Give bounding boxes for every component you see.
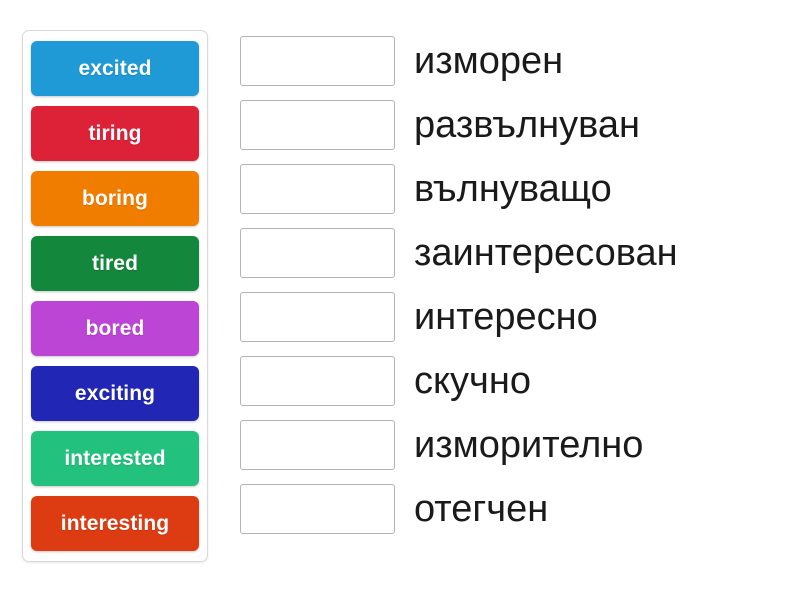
answer-row: изморен (240, 36, 800, 86)
word-tile-label: exciting (74, 381, 156, 405)
word-tile-excited[interactable]: excited (31, 41, 199, 96)
drop-zone-5[interactable] (240, 292, 395, 342)
drop-zone-7[interactable] (240, 420, 395, 470)
drop-zone-1[interactable] (240, 36, 395, 86)
word-tile-boring[interactable]: boring (31, 171, 199, 226)
answer-label: отегчен (414, 488, 549, 530)
answer-row: изморително (240, 420, 800, 470)
answer-row: заинтересован (240, 228, 800, 278)
word-tile-label: interested (64, 446, 166, 470)
answer-label: развълнуван (414, 104, 640, 146)
answer-label: изморен (414, 40, 564, 82)
match-up-activity: excited tiring boring tired bored exciti… (0, 0, 800, 600)
word-tile-interesting[interactable]: interesting (31, 496, 199, 551)
answer-row: вълнуващо (240, 164, 800, 214)
drop-zone-2[interactable] (240, 100, 395, 150)
word-tile-label: boring (82, 186, 148, 210)
word-tile-tired[interactable]: tired (31, 236, 199, 291)
word-tile-label: excited (78, 56, 152, 80)
answer-row: скучно (240, 356, 800, 406)
answer-label: вълнуващо (414, 168, 612, 210)
drop-zone-3[interactable] (240, 164, 395, 214)
word-tile-bored[interactable]: bored (31, 301, 199, 356)
drop-zone-6[interactable] (240, 356, 395, 406)
answer-row: развълнуван (240, 100, 800, 150)
word-tile-label: bored (85, 316, 145, 340)
word-tile-tiring[interactable]: tiring (31, 106, 199, 161)
answer-row: отегчен (240, 484, 800, 534)
answer-column: изморен развълнуван вълнуващо заинтересо… (240, 30, 800, 534)
drop-zone-4[interactable] (240, 228, 395, 278)
answer-row: интересно (240, 292, 800, 342)
word-tile-label: tired (91, 251, 138, 275)
word-tile-label: tiring (88, 121, 142, 145)
word-tile-bank: excited tiring boring tired bored exciti… (22, 30, 208, 562)
word-tile-label: interesting (60, 511, 170, 535)
answer-label: интересно (414, 296, 598, 338)
word-tile-interested[interactable]: interested (31, 431, 199, 486)
word-tile-exciting[interactable]: exciting (31, 366, 199, 421)
answer-label: скучно (414, 360, 531, 402)
drop-zone-8[interactable] (240, 484, 395, 534)
answer-label: изморително (414, 424, 644, 466)
answer-label: заинтересован (414, 232, 678, 274)
